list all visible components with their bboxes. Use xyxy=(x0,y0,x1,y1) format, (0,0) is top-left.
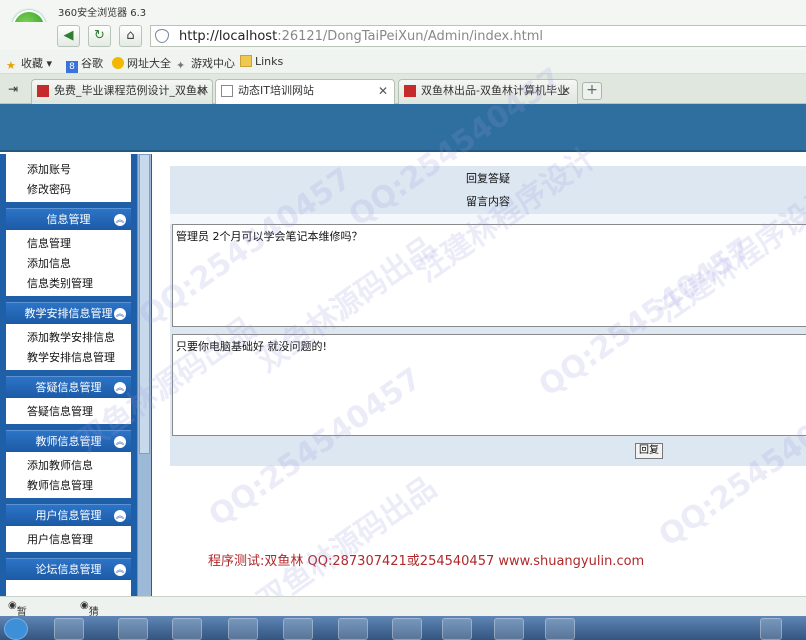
sidebar-item-info-manage[interactable]: 信息管理 xyxy=(27,234,131,254)
word-icon[interactable] xyxy=(442,618,472,640)
sidebar-item-teaching-manage[interactable]: 教学安排信息管理 xyxy=(27,348,131,368)
address-url[interactable]: http://localhost:26121/DongTaiPeiXun/Adm… xyxy=(179,29,543,44)
tab-it-training[interactable]: 动态IT培训网站 ✕ xyxy=(215,79,395,104)
sidebar-item-info-category[interactable]: 信息类别管理 xyxy=(27,274,131,294)
page-icon xyxy=(221,85,233,97)
tab-free-course[interactable]: 免费_毕业课程范例设计_双鱼林 ✕ xyxy=(31,79,213,104)
sidebar-group-user[interactable]: 用户信息管理 ︽ xyxy=(6,504,131,526)
page-title: 回复答疑 xyxy=(466,172,510,185)
taskbar-app-icon[interactable] xyxy=(118,618,148,640)
sidebar-scrollbar[interactable] xyxy=(137,154,151,596)
sidebar-item-teacher-manage[interactable]: 教师信息管理 xyxy=(27,476,131,496)
sidebar-item-qa-manage[interactable]: 答疑信息管理 xyxy=(27,402,131,422)
new-tab-plus-icon[interactable]: + xyxy=(582,82,602,100)
sidebar-group-qa[interactable]: 答疑信息管理 ︽ xyxy=(6,376,131,398)
tray-icon[interactable] xyxy=(760,618,782,640)
message-content-label: 留言内容 xyxy=(466,195,510,208)
sidebar-item-add-account[interactable]: 添加账号 xyxy=(27,160,131,180)
sidebar-group-teacher-body: 添加教师信息 教师信息管理 xyxy=(6,452,131,498)
close-icon[interactable]: ✕ xyxy=(196,80,206,102)
page-header xyxy=(0,104,806,152)
reply-textarea[interactable]: 只要你电脑基础好 就没问题的! xyxy=(172,334,806,436)
address-bar[interactable]: http://localhost:26121/DongTaiPeiXun/Adm… xyxy=(150,25,806,47)
collapse-icon[interactable]: ︽ xyxy=(114,510,126,522)
security-shield-icon xyxy=(155,29,169,43)
sidebar-group-info-body: 信息管理 添加信息 信息类别管理 xyxy=(6,230,131,296)
browser-app-title: 360安全浏览器 6.3 xyxy=(58,8,147,19)
close-icon[interactable]: ✕ xyxy=(378,80,388,102)
os-taskbar xyxy=(0,616,806,640)
sidebar-group-info[interactable]: 信息管理 ︽ xyxy=(6,208,131,230)
site-favicon-icon xyxy=(37,85,49,97)
start-button-icon[interactable] xyxy=(4,618,28,640)
sidebar-item-add-teacher[interactable]: 添加教师信息 xyxy=(27,456,131,476)
collapse-icon[interactable]: ︽ xyxy=(114,564,126,576)
divider xyxy=(170,214,806,224)
site-favicon-icon xyxy=(404,85,416,97)
favorites-bar: ★ 收藏 ▾ 8 谷歌 网址大全 ✦ 游戏中心 Links xyxy=(0,50,806,74)
browser-taskbar-icon[interactable] xyxy=(228,618,258,640)
folder-icon[interactable] xyxy=(172,618,202,640)
home-icon[interactable]: ⌂ xyxy=(119,25,142,47)
tab-menu-icon[interactable]: ⇥ xyxy=(8,82,18,96)
favorites-games[interactable]: ✦ 游戏中心 xyxy=(176,55,235,72)
taskbar-app-icon[interactable] xyxy=(338,618,368,640)
reply-button[interactable]: 回复 xyxy=(635,443,663,459)
visual-studio-icon[interactable] xyxy=(545,618,575,640)
taskbar-app-icon[interactable] xyxy=(283,618,313,640)
browser-titlebar: 360安全浏览器 6.3 xyxy=(0,0,806,22)
sidebar-group-teacher[interactable]: 教师信息管理 ︽ xyxy=(6,430,131,452)
sidebar-account-group: 添加账号 修改密码 xyxy=(6,154,131,202)
taskbar-app-icon[interactable] xyxy=(494,618,524,640)
favorites-google[interactable]: 8 谷歌 xyxy=(66,55,103,73)
sidebar-scroll-thumb[interactable] xyxy=(139,154,150,454)
reply-panel: 回复答疑 留言内容 管理员 2个月可以学会笔记本维修吗？ 只要你电脑基础好 就没… xyxy=(170,166,806,466)
sidebar-group-forum[interactable]: 论坛信息管理 ︽ xyxy=(6,558,131,580)
close-icon[interactable]: ✕ xyxy=(561,80,571,102)
favorites-links[interactable]: Links xyxy=(240,55,283,68)
taskbar-app-icon[interactable] xyxy=(54,618,84,640)
sidebar-group-user-body: 用户信息管理 xyxy=(6,526,131,552)
credit-text: 程序测试:双鱼林 QQ:287307421或254540457 www.shua… xyxy=(208,554,645,569)
guess-you-like[interactable]: ◉ 猜你喜欢 xyxy=(80,600,99,640)
back-arrow-icon[interactable]: ◀ xyxy=(57,25,80,47)
collapse-icon[interactable]: ︽ xyxy=(114,214,126,226)
sidebar-item-change-password[interactable]: 修改密码 xyxy=(27,180,131,200)
favorites-site-nav[interactable]: 网址大全 xyxy=(112,55,171,71)
tab-bar: ⇥ 免费_毕业课程范例设计_双鱼林 ✕ 动态IT培训网站 ✕ 双鱼林出品-双鱼林… xyxy=(0,74,806,104)
browser-navbar: ◀ ↻ ⌂ http://localhost:26121/DongTaiPeiX… xyxy=(0,22,806,50)
admin-sidebar: 添加账号 修改密码 信息管理 ︽ 信息管理 添加信息 信息类别管理 教学安排信息… xyxy=(0,154,152,596)
sidebar-item-user-manage[interactable]: 用户信息管理 xyxy=(27,530,131,550)
excel-icon[interactable] xyxy=(392,618,422,640)
collapse-icon[interactable]: ︽ xyxy=(114,436,126,448)
collapse-icon[interactable]: ︽ xyxy=(114,382,126,394)
sidebar-group-teaching-body: 添加教学安排信息 教学安排信息管理 xyxy=(6,324,131,370)
sidebar-group-qa-body: 答疑信息管理 xyxy=(6,398,131,424)
sidebar-item-add-teaching[interactable]: 添加教学安排信息 xyxy=(27,328,131,348)
favorites-collect[interactable]: ★ 收藏 ▾ xyxy=(6,55,52,72)
message-content-box: 管理员 2个月可以学会笔记本维修吗？ xyxy=(172,224,806,327)
sidebar-item-add-info[interactable]: 添加信息 xyxy=(27,254,131,274)
rating-status[interactable]: ◉ 暂无点评 xyxy=(8,600,27,640)
collapse-icon[interactable]: ︽ xyxy=(114,308,126,320)
tab-shuangyulin[interactable]: 双鱼林出品-双鱼林计算机毕业 ✕ xyxy=(398,79,578,104)
sidebar-group-forum-body xyxy=(6,580,131,596)
sidebar-group-teaching[interactable]: 教学安排信息管理 ︽ xyxy=(6,302,131,324)
status-bar: ◉ 暂无点评 ◉ 猜你喜欢 xyxy=(0,596,806,640)
refresh-icon[interactable]: ↻ xyxy=(88,25,111,47)
